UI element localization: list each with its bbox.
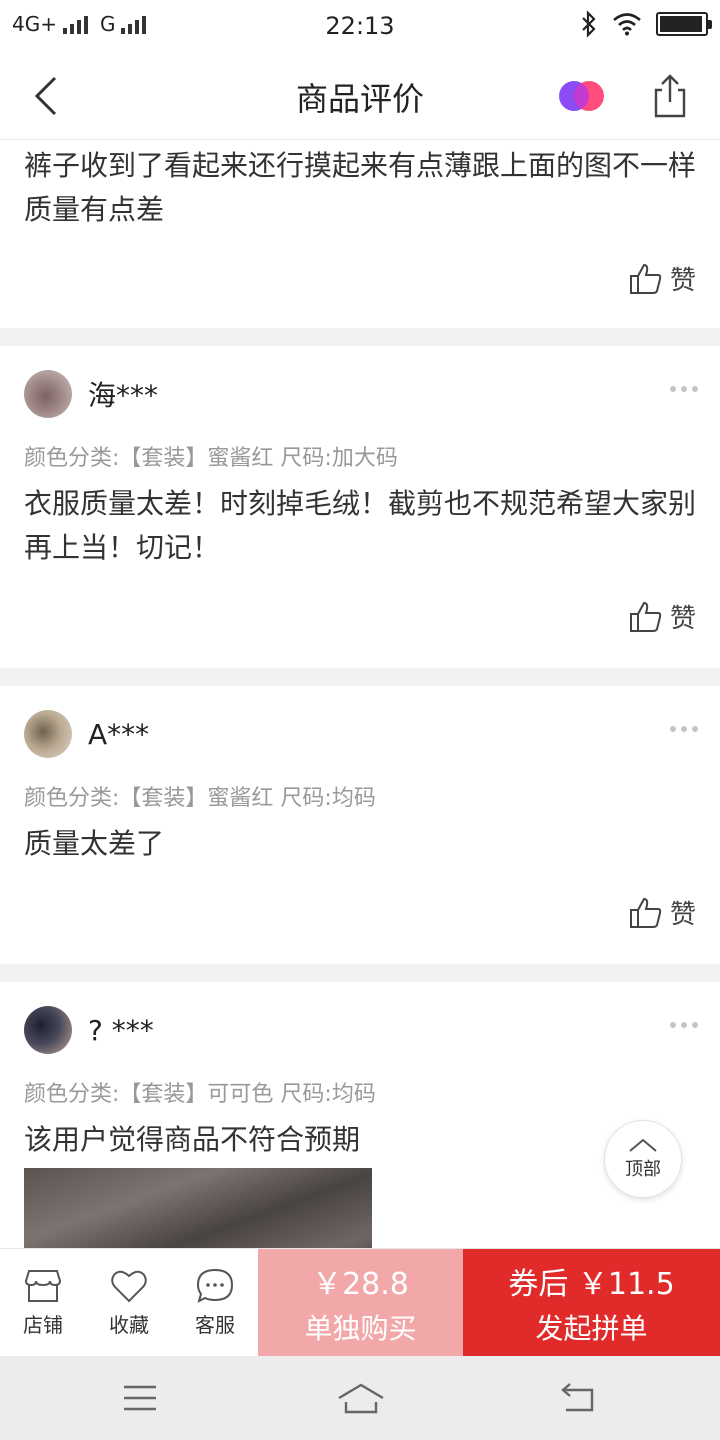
- reviewer-name: 海***: [88, 379, 159, 412]
- customer-service-button[interactable]: 客服: [172, 1249, 258, 1356]
- avatar: [24, 1006, 72, 1054]
- customer-service-label: 客服: [195, 1313, 235, 1337]
- like-label: 赞: [669, 266, 696, 296]
- home-icon[interactable]: [336, 1380, 386, 1416]
- thumbs-up-icon: [629, 263, 662, 294]
- review-card: 裤子收到了看起来还行摸起来有点薄跟上面的图不一样质量有点差 赞: [0, 140, 720, 328]
- sku-info: 颜色分类:【套装】可可色 尺码:均码: [24, 1082, 376, 1107]
- review-card: A*** 颜色分类:【套装】蜜酱红 尺码:均码 质量太差了 赞: [0, 686, 720, 964]
- review-list[interactable]: 裤子收到了看起来还行摸起来有点薄跟上面的图不一样质量有点差 赞 海*** 颜色分…: [0, 140, 720, 1248]
- thumbs-up-icon: [629, 897, 662, 928]
- favorite-button[interactable]: 收藏: [86, 1249, 172, 1356]
- share-icon[interactable]: [644, 70, 696, 122]
- reviewer: A***: [24, 710, 149, 758]
- header-bar: 商品评价: [0, 52, 720, 140]
- store-label: 店铺: [23, 1313, 63, 1337]
- back-icon[interactable]: [556, 1380, 600, 1416]
- like-button[interactable]: 赞: [628, 598, 696, 635]
- bluetooth-icon: [582, 10, 596, 38]
- like-button[interactable]: 赞: [628, 894, 696, 931]
- review-card: 海*** 颜色分类:【套装】蜜酱红 尺码:加大码 衣服质量太差！时刻掉毛绒！截剪…: [0, 346, 720, 668]
- avatar: [24, 710, 72, 758]
- solo-label: 单独购买: [304, 1312, 417, 1345]
- like-button[interactable]: 赞: [628, 260, 696, 297]
- review-photo[interactable]: [24, 1168, 372, 1248]
- reviewer-name: ? ***: [88, 1013, 154, 1047]
- like-label: 赞: [669, 900, 696, 930]
- group-price: 券后 ￥11.5: [508, 1267, 675, 1302]
- battery-icon: [656, 12, 712, 36]
- back-to-top-button[interactable]: 顶部: [604, 1120, 682, 1198]
- menu-icon[interactable]: [118, 1380, 162, 1416]
- review-text: 裤子收到了看起来还行摸起来有点薄跟上面的图不一样质量有点差: [24, 149, 697, 226]
- chevron-up-icon: [629, 1138, 657, 1152]
- reviewer: 海***: [24, 370, 158, 418]
- review-text: 质量太差了: [24, 827, 165, 860]
- brand-logo-icon[interactable]: [556, 76, 608, 116]
- sku-info: 颜色分类:【套装】蜜酱红 尺码:加大码: [24, 446, 398, 471]
- store-button[interactable]: 店铺: [0, 1249, 86, 1356]
- thumbs-up-icon: [629, 601, 662, 632]
- favorite-label: 收藏: [109, 1313, 149, 1337]
- bottom-action-bar: 店铺 收藏 客服 ￥28.8 单独购买 券后 ￥11.5 发起拼单: [0, 1248, 720, 1357]
- chat-bubble-icon: [196, 1268, 234, 1303]
- solo-price: ￥28.8: [312, 1267, 409, 1302]
- page-title: 商品评价: [295, 80, 424, 118]
- review-card: ? *** 颜色分类:【套装】可可色 尺码:均码 该用户觉得商品不符合预期: [0, 982, 720, 1248]
- buy-alone-button[interactable]: ￥28.8 单独购买: [258, 1249, 463, 1357]
- review-text: 衣服质量太差！时刻掉毛绒！截剪也不规范希望大家别再上当！切记！: [24, 487, 697, 564]
- group-label: 发起拼单: [535, 1312, 648, 1345]
- more-options-icon[interactable]: [670, 1022, 698, 1028]
- more-options-icon[interactable]: [670, 386, 698, 392]
- reviewer-name: A***: [88, 717, 150, 751]
- back-to-top-label: 顶部: [625, 1159, 661, 1180]
- heart-icon: [111, 1270, 147, 1303]
- store-icon: [24, 1270, 62, 1302]
- avatar: [24, 370, 72, 418]
- more-options-icon[interactable]: [670, 726, 698, 732]
- like-label: 赞: [669, 604, 696, 634]
- group-buy-button[interactable]: 券后 ￥11.5 发起拼单: [463, 1249, 720, 1357]
- sku-info: 颜色分类:【套装】蜜酱红 尺码:均码: [24, 786, 376, 811]
- wifi-icon: [613, 13, 641, 36]
- system-navigation-bar: [0, 1356, 720, 1440]
- review-text: 该用户觉得商品不符合预期: [24, 1123, 361, 1156]
- reviewer: ? ***: [24, 1006, 154, 1054]
- status-bar: 4G+ G 22:13: [0, 0, 720, 52]
